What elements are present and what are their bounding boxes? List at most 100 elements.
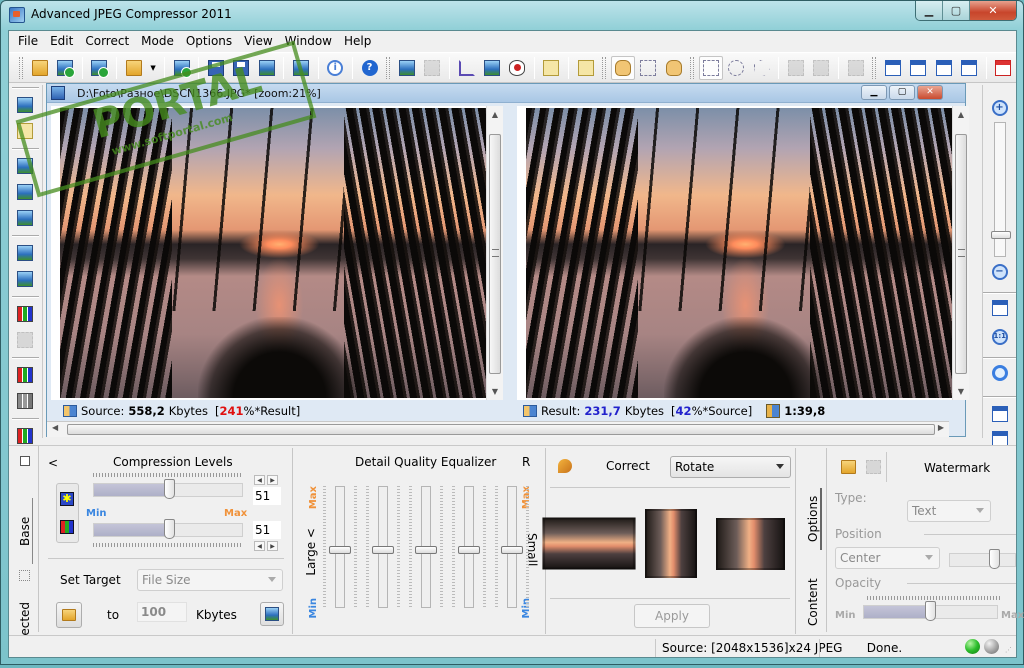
fit-window-icon[interactable]: [991, 300, 1008, 316]
flip-vertical-preview[interactable]: [645, 509, 697, 578]
equalizer-band-slider[interactable]: [366, 486, 400, 608]
menu-correct[interactable]: Correct: [80, 31, 136, 51]
increment-icon[interactable]: ▶: [267, 541, 278, 551]
convert-run-button[interactable]: [88, 56, 111, 80]
export-email-button[interactable]: [289, 56, 312, 80]
equalizer-band-thumb[interactable]: [501, 546, 523, 554]
compress-region-button[interactable]: [12, 153, 38, 179]
auto-target-button[interactable]: [260, 602, 284, 626]
compress-all-button[interactable]: [12, 240, 38, 266]
color-doc-button[interactable]: [12, 301, 38, 327]
select-ellipse-button[interactable]: [725, 56, 748, 80]
tile-grid-button[interactable]: [957, 56, 980, 80]
save-as-button[interactable]: [230, 56, 253, 80]
scroll-thumb[interactable]: [489, 134, 501, 374]
equalizer-band-thumb[interactable]: [458, 546, 480, 554]
level-1-spinner[interactable]: ◀ ▶: [254, 475, 278, 485]
open-batch-button[interactable]: [53, 56, 76, 80]
split-view-icon[interactable]: [991, 406, 1008, 422]
open-recent-button[interactable]: [122, 56, 145, 80]
decrement-icon[interactable]: ◀: [254, 475, 265, 485]
doc-close-button[interactable]: ✕: [917, 85, 943, 100]
horizontal-scroll-thumb[interactable]: [67, 424, 935, 435]
compression-level-1-slider[interactable]: [93, 479, 243, 501]
crop-button[interactable]: [455, 56, 478, 80]
zoom-actual-size-icon[interactable]: 1:1: [991, 329, 1008, 345]
equalizer-band-slider[interactable]: [452, 486, 486, 608]
scroll-left-icon[interactable]: ◀: [52, 423, 58, 432]
paste-button[interactable]: [421, 56, 444, 80]
result-image[interactable]: [526, 108, 956, 398]
compress-light-button[interactable]: [12, 205, 38, 231]
grab-hand-button[interactable]: [662, 56, 685, 80]
apply-button[interactable]: Apply: [634, 604, 710, 628]
menu-file[interactable]: File: [13, 31, 45, 51]
horizontal-scrollbar[interactable]: ◀ ▶: [47, 421, 949, 437]
info-button[interactable]: i: [324, 56, 347, 80]
scroll-down-icon[interactable]: ▼: [487, 383, 503, 400]
zoom-slider-thumb[interactable]: [990, 231, 1011, 239]
slider-thumb[interactable]: [989, 549, 1000, 569]
level-2-spinner[interactable]: ◀ ▶: [254, 541, 278, 551]
run-compress-button[interactable]: [170, 56, 193, 80]
target-type-select[interactable]: File Size: [137, 569, 283, 591]
menu-window[interactable]: Window: [280, 31, 339, 51]
compress-base-button[interactable]: [12, 92, 38, 118]
scroll-up-icon[interactable]: ▲: [953, 106, 969, 123]
slider-thumb[interactable]: [925, 601, 936, 621]
rotate-ccw-preview[interactable]: [542, 517, 636, 570]
maximize-button[interactable]: ▢: [943, 1, 970, 20]
new-window-button[interactable]: [992, 56, 1015, 80]
apply-target-button[interactable]: [56, 602, 82, 628]
scroll-right-icon[interactable]: ▶: [938, 423, 944, 432]
scroll-up-icon[interactable]: ▲: [487, 106, 503, 123]
delete-selection-button[interactable]: [784, 56, 807, 80]
result-image-pane[interactable]: ▲ ▼: [517, 106, 969, 400]
add-watermark-icon[interactable]: [841, 460, 856, 474]
hand-pan-button[interactable]: [611, 55, 635, 80]
equalizer-band-slider[interactable]: [409, 486, 443, 608]
source-vertical-scrollbar[interactable]: ▲ ▼: [486, 106, 503, 400]
menu-view[interactable]: View: [239, 31, 279, 51]
watermark-position-select[interactable]: Center: [835, 547, 940, 569]
menu-options[interactable]: Options: [181, 31, 239, 51]
help-button[interactable]: ?: [358, 56, 381, 80]
cascade-windows-button[interactable]: [881, 56, 904, 80]
doc-minimize-button[interactable]: ▁: [861, 85, 887, 100]
equalizer-band-thumb[interactable]: [329, 546, 351, 554]
color-dots-button[interactable]: [12, 327, 38, 353]
pin-checkbox[interactable]: [20, 456, 30, 466]
channel-compression-icon[interactable]: [60, 520, 74, 534]
color-channels-button[interactable]: [12, 362, 38, 388]
tile-horizontal-button[interactable]: [907, 56, 930, 80]
menu-edit[interactable]: Edit: [45, 31, 80, 51]
resize-button[interactable]: [480, 56, 503, 80]
equalizer-band-slider[interactable]: [495, 486, 529, 608]
target-size-input[interactable]: 100: [137, 602, 187, 622]
resize-grip[interactable]: ⋰: [1005, 646, 1012, 654]
equalizer-band-slider[interactable]: [323, 486, 357, 608]
level-1-value[interactable]: 51: [253, 487, 281, 505]
zoom-out-icon[interactable]: −: [991, 264, 1008, 280]
source-image-pane[interactable]: ▲ ▼: [51, 106, 503, 400]
edit-watermark-button[interactable]: [540, 56, 563, 80]
source-image[interactable]: [60, 108, 490, 398]
edit-properties-button[interactable]: [574, 56, 597, 80]
copy-selection-button[interactable]: [844, 56, 867, 80]
level-2-value[interactable]: 51: [253, 521, 281, 539]
minimize-button[interactable]: ▁: [916, 1, 943, 20]
select-rectangle-button[interactable]: [699, 55, 723, 80]
equalizer-reset-button[interactable]: R: [522, 455, 530, 469]
flip-preview[interactable]: [716, 518, 785, 570]
select-polygon-button[interactable]: [750, 56, 773, 80]
menu-mode[interactable]: Mode: [136, 31, 181, 51]
compression-level-2-slider[interactable]: [93, 519, 243, 541]
watermark-type-select[interactable]: Text: [907, 500, 991, 522]
open-folder-button[interactable]: [28, 56, 51, 80]
duplicate-view-button[interactable]: [395, 56, 418, 80]
tab-content[interactable]: Content: [806, 574, 820, 630]
remove-watermark-icon[interactable]: [866, 460, 881, 474]
tab-base[interactable]: Base: [18, 498, 33, 564]
zoom-in-icon[interactable]: +: [991, 100, 1008, 116]
zoom-slider[interactable]: [990, 122, 1011, 257]
